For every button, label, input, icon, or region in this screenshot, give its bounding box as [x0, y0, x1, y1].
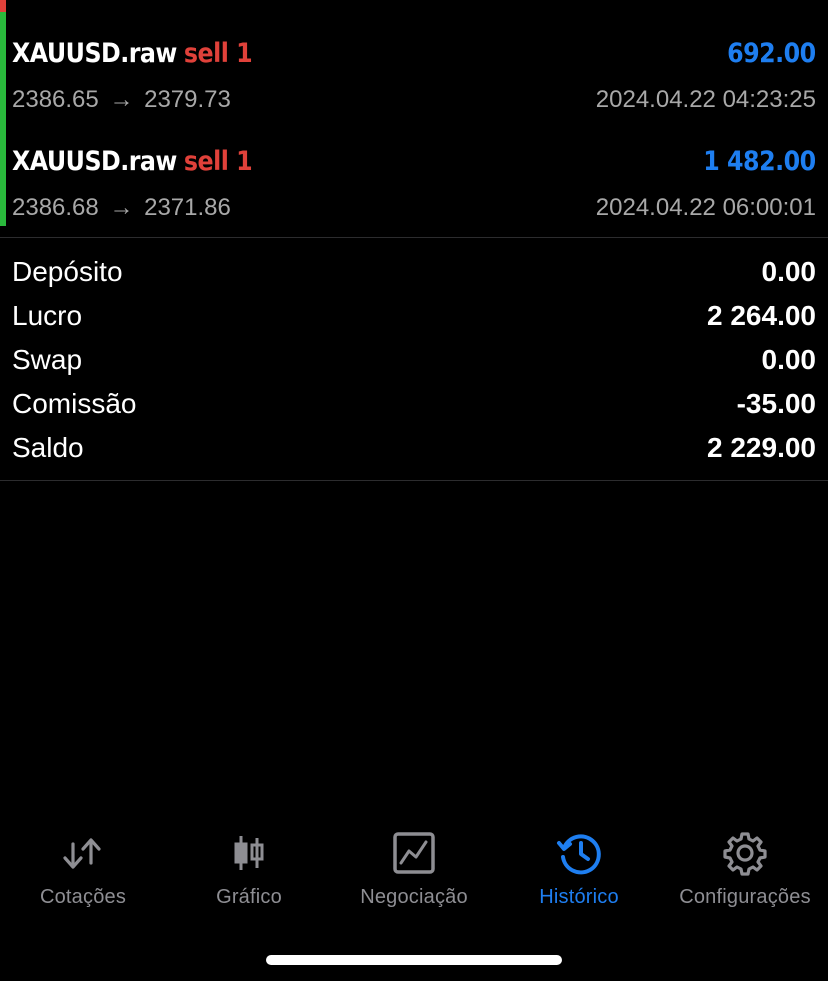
summary-value: 2 229.00: [707, 432, 816, 463]
tab-settings[interactable]: Configurações: [662, 820, 828, 920]
tab-trade[interactable]: Negociação: [331, 820, 497, 920]
tab-label: Configurações: [679, 886, 811, 908]
summary-row-commission: Comissão -35.00: [12, 388, 816, 432]
trade-side-volume: sell 1: [183, 146, 253, 177]
quotes-arrows-icon: [63, 838, 101, 869]
summary-value: 0.00: [761, 256, 817, 287]
position-indicator-bar: [0, 0, 6, 118]
trade-symbol-line: XAUUSD.raw sell 1: [12, 146, 253, 177]
summary-row-balance: Saldo 2 229.00: [12, 432, 816, 476]
arrow-right-icon: →: [109, 194, 134, 221]
trade-side-volume: sell 1: [183, 38, 253, 69]
tab-bar: Cotações Gráfico Negociação Histórico Co…: [0, 820, 828, 930]
candlestick-chart-icon: [234, 836, 264, 870]
trade-time: 2024.04.22 04:23:25: [595, 86, 816, 113]
trade-row[interactable]: XAUUSD.raw sell 1 692.00 2386.65 → 2379.7…: [0, 0, 828, 118]
close-price: 2379.73: [144, 86, 231, 113]
trade-prices: 2386.68 → 2371.86: [12, 194, 231, 222]
close-price: 2371.86: [144, 194, 231, 221]
trade-row[interactable]: XAUUSD.raw sell 1 1 482.00 2386.68 → 2371…: [0, 118, 828, 226]
tab-quotes[interactable]: Cotações: [0, 820, 166, 920]
trade-symbol: XAUUSD.raw: [12, 146, 177, 177]
summary-row-profit: Lucro 2 264.00: [12, 300, 816, 344]
summary-label: Swap: [12, 344, 83, 375]
position-indicator-bar: [0, 118, 6, 226]
tab-chart[interactable]: Gráfico: [166, 820, 332, 920]
trade-profit: 692.00: [727, 38, 816, 69]
divider: [0, 237, 828, 238]
trade-symbol-line: XAUUSD.raw sell 1: [12, 38, 253, 69]
summary-row-deposit: Depósito 0.00: [12, 256, 816, 300]
gear-icon: [723, 832, 767, 876]
tab-history[interactable]: Histórico: [496, 820, 662, 920]
open-price: 2386.68: [12, 194, 99, 221]
summary-label: Depósito: [12, 256, 123, 287]
position-indicator-top: [0, 0, 6, 12]
trade-profit: 1 482.00: [703, 146, 817, 177]
trade-chart-icon: [393, 832, 435, 874]
trade-time: 2024.04.22 06:00:01: [595, 194, 816, 221]
summary-value: 2 264.00: [707, 300, 816, 331]
summary-label: Lucro: [12, 300, 83, 331]
summary-value: 0.00: [761, 344, 817, 375]
history-clock-icon: [557, 834, 601, 875]
summary-label: Comissão: [12, 388, 137, 419]
home-indicator[interactable]: [266, 955, 562, 965]
summary-row-swap: Swap 0.00: [12, 344, 816, 388]
divider: [0, 480, 828, 481]
trade-prices: 2386.65 → 2379.73: [12, 86, 231, 114]
open-price: 2386.65: [12, 86, 99, 113]
summary-label: Saldo: [12, 432, 84, 463]
arrow-right-icon: →: [109, 86, 134, 113]
trade-symbol: XAUUSD.raw: [12, 38, 177, 69]
summary-value: -35.00: [736, 388, 816, 419]
